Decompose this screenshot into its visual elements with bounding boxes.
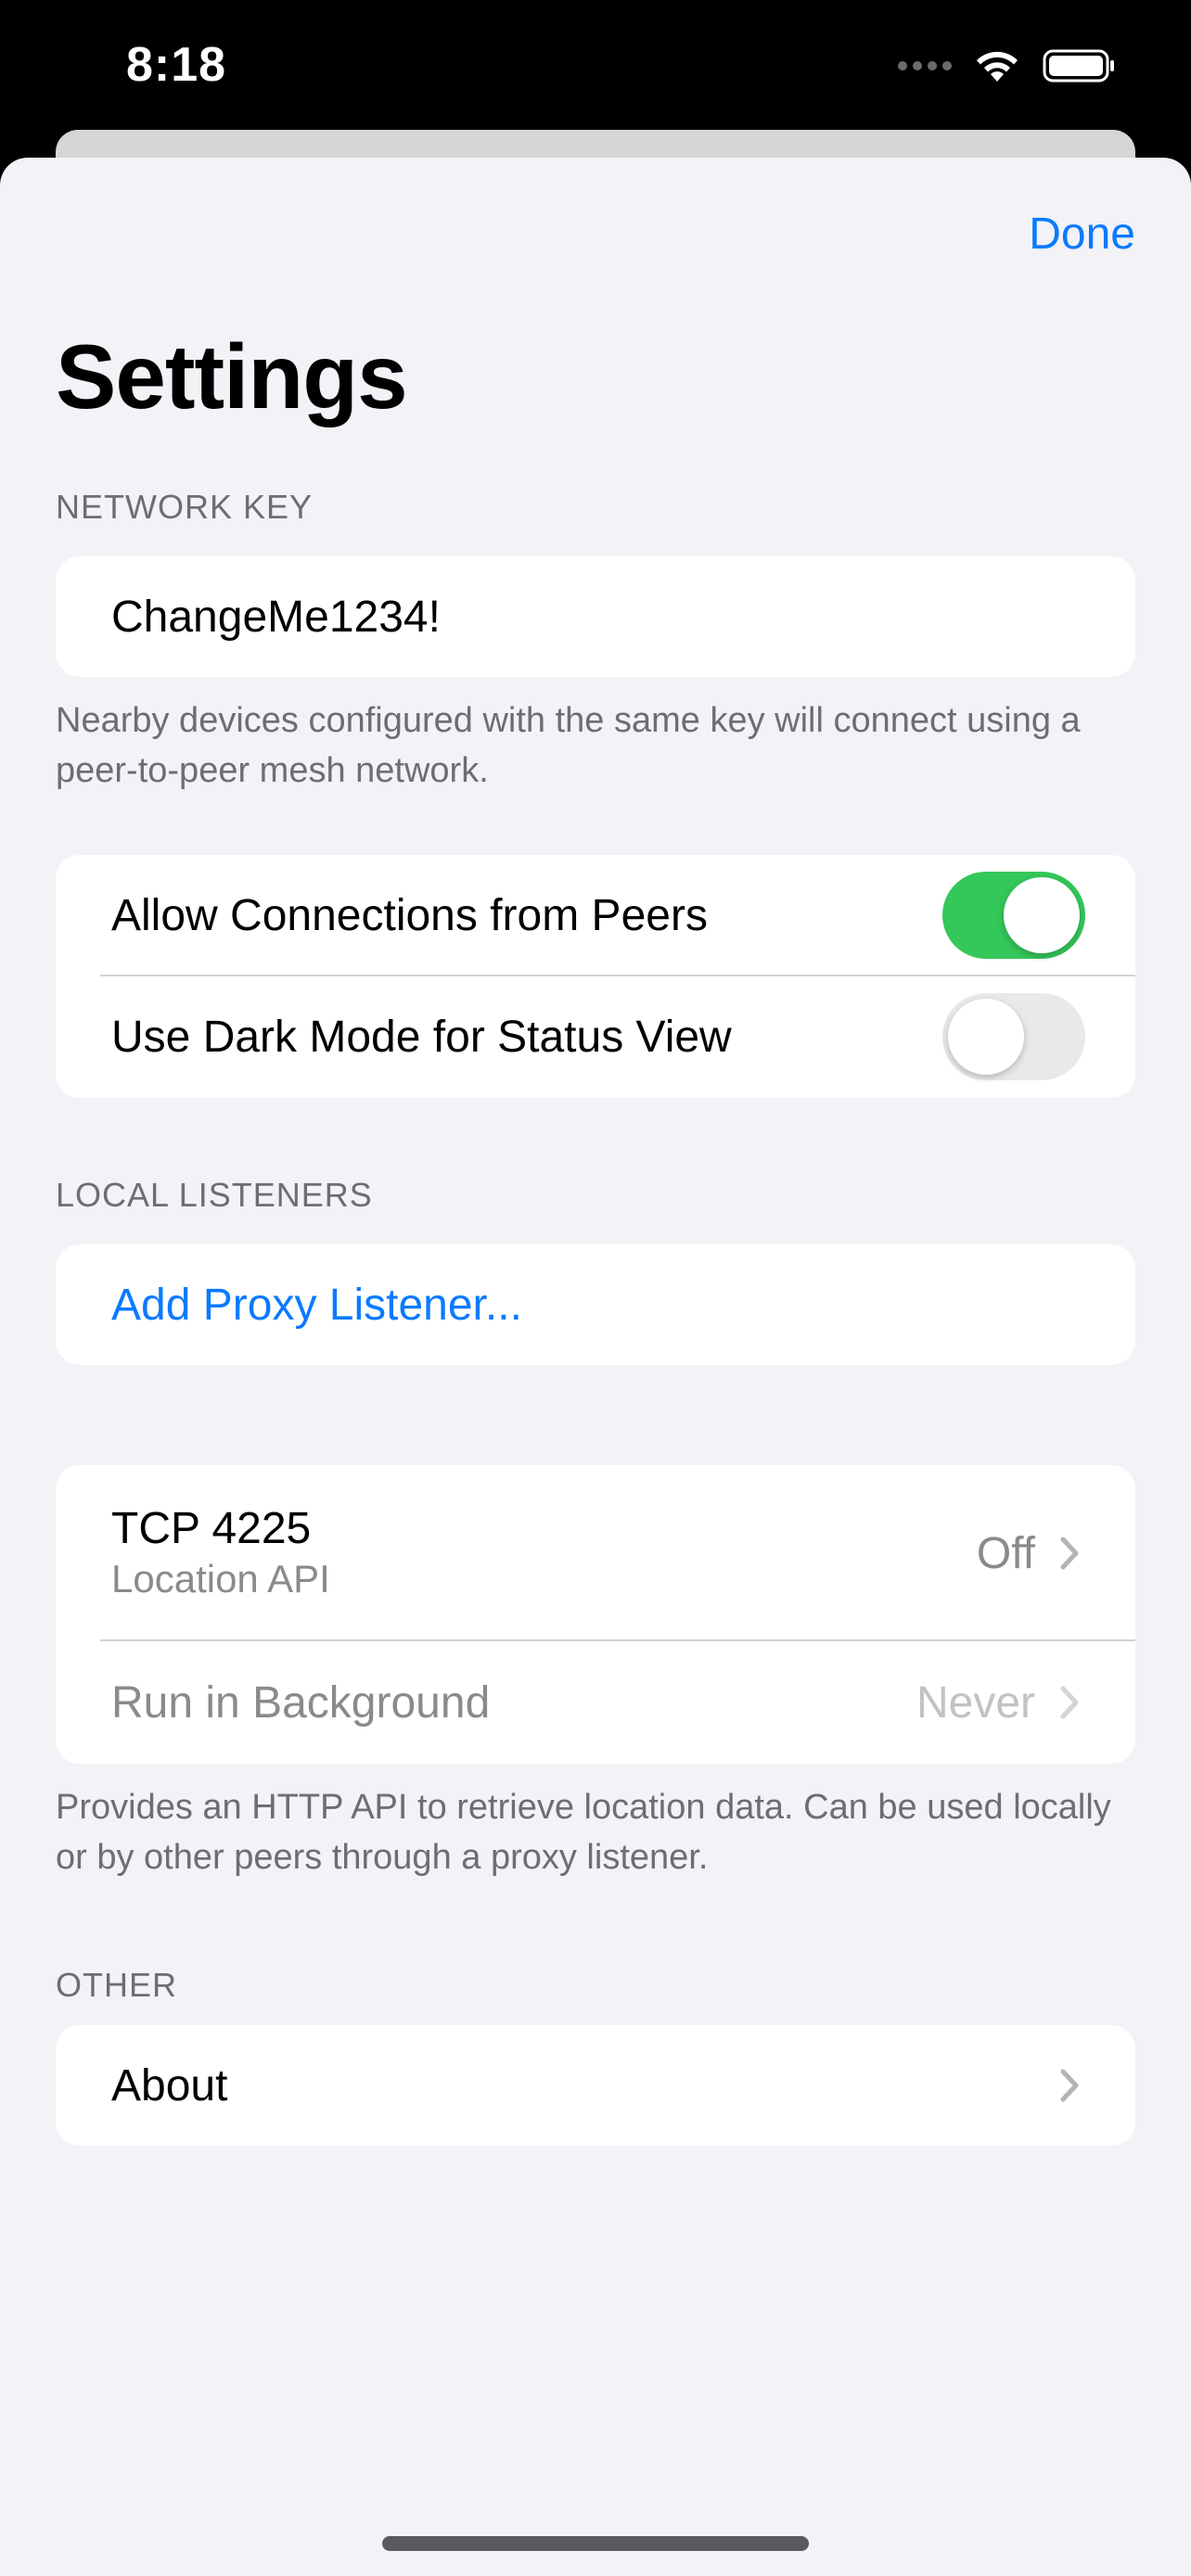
settings-sheet: Done Settings NETWORK KEY ChangeMe1234! … [0,158,1191,2576]
toggle-knob [948,999,1024,1075]
add-listener-group: Add Proxy Listener... [56,1244,1135,1365]
run-in-background-row[interactable]: Run in Background Never [56,1641,1135,1764]
service-row[interactable]: TCP 4225 Location API Off [56,1465,1135,1641]
service-subtitle: Location API [111,1557,330,1600]
allow-peers-row: Allow Connections from Peers [56,855,1135,976]
allow-peers-toggle[interactable] [942,872,1085,959]
page-title: Settings [56,325,408,427]
toggle-group: Allow Connections from Peers Use Dark Mo… [56,855,1135,1098]
signal-dots-icon [898,61,952,70]
about-row[interactable]: About [56,2025,1135,2146]
toggle-knob [1004,877,1080,953]
dark-mode-row: Use Dark Mode for Status View [56,976,1135,1098]
network-key-header: NETWORK KEY [56,488,314,526]
app-screen: 8:18 Done Settings NETWORK KEY ChangeMe1… [0,0,1191,2576]
run-in-background-value: Never [916,1677,1035,1728]
done-button[interactable]: Done [1029,209,1135,260]
local-listeners-header: LOCAL LISTENERS [56,1176,373,1214]
allow-peers-label: Allow Connections from Peers [111,891,708,940]
network-key-value[interactable]: ChangeMe1234! [111,592,441,643]
other-group: About [56,2025,1135,2146]
chevron-right-icon [1060,1686,1079,1719]
chevron-right-icon [1060,1537,1079,1570]
home-indicator[interactable] [382,2536,809,2551]
about-label: About [111,2060,228,2111]
service-footer: Provides an HTTP API to retrieve locatio… [56,1788,1111,1877]
network-key-field[interactable]: ChangeMe1234! [56,556,1135,677]
service-text: TCP 4225 Location API [111,1503,330,1603]
add-proxy-listener-button[interactable]: Add Proxy Listener... [56,1244,1135,1365]
add-proxy-listener-label[interactable]: Add Proxy Listener... [111,1280,522,1331]
status-time: 8:18 [126,38,227,92]
run-in-background-label: Run in Background [111,1677,491,1728]
dark-mode-label: Use Dark Mode for Status View [111,1013,732,1062]
status-icons [898,48,1117,83]
dark-mode-toggle[interactable] [942,993,1085,1080]
network-key-group: ChangeMe1234! [56,556,1135,677]
service-status-value: Off [976,1528,1035,1578]
wifi-icon [977,51,1018,82]
service-title: TCP 4225 [111,1504,312,1553]
service-status: Off [977,1528,1080,1579]
network-key-footer: Nearby devices configured with the same … [56,701,1081,790]
service-group: TCP 4225 Location API Off Run in Backgro… [56,1465,1135,1764]
chevron-right-icon [1060,2069,1079,2102]
run-in-background-value-wrap: Never [916,1677,1080,1728]
other-header: OTHER [56,1966,177,2004]
battery-icon [1043,49,1114,83]
